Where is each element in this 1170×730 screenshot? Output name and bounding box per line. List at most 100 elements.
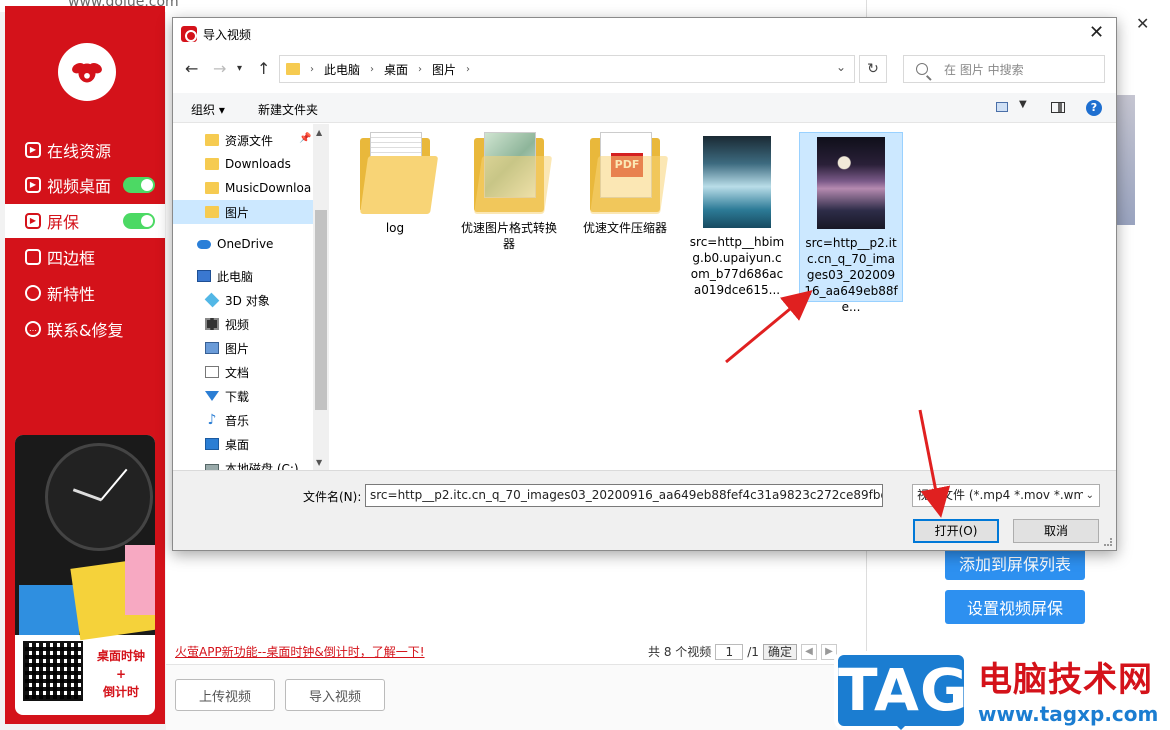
page-confirm-button[interactable]: 确定 [762, 643, 797, 660]
search-field[interactable]: 在 图片 中搜索 [903, 55, 1105, 83]
sidebar-item-label: 新特性 [47, 285, 96, 304]
sidebar-item-online[interactable]: ▶ 在线资源 [5, 133, 165, 167]
breadcrumb-item[interactable]: 桌面 [384, 61, 408, 78]
sidebar-item-screensaver[interactable]: ▶ 屏保 [5, 204, 165, 238]
file-item[interactable]: log [343, 132, 447, 302]
screensaver-toggle[interactable] [123, 213, 155, 229]
folder-icon [590, 132, 669, 214]
forward-arrow-icon[interactable]: → [213, 59, 226, 78]
sidebar-item-features[interactable]: 新特性 [5, 276, 165, 310]
sidebar-item-label: 视频桌面 [47, 177, 112, 196]
chevron-down-icon[interactable]: ▼ [1019, 99, 1027, 110]
filetype-select[interactable]: 视频文件 (*.mp4 *.mov *.wmv ⌄ [912, 484, 1100, 507]
tree-item[interactable]: 桌面 [173, 432, 313, 456]
organize-menu[interactable]: 组织 ▾ [191, 101, 225, 118]
new-folder-button[interactable]: 新建文件夹 [258, 101, 318, 118]
tree-item-label: 图片 [225, 341, 250, 356]
promo-banner[interactable]: 桌面时钟 + 倒计时 [15, 435, 155, 715]
video-desktop-toggle[interactable] [123, 177, 155, 193]
tree-item-label: 图片 [225, 205, 250, 220]
dialog-close-button[interactable]: ✕ [1089, 22, 1104, 43]
scrollbar-thumb[interactable] [315, 210, 327, 410]
recent-dropdown-icon[interactable]: ▾ [237, 63, 242, 74]
sidebar-item-border[interactable]: 四边框 [5, 240, 165, 274]
image-thumbnail [703, 136, 771, 228]
tree-item[interactable]: 文档 [173, 360, 313, 384]
tree-item[interactable]: Downloads [173, 152, 313, 176]
tree-item[interactable]: 视频 [173, 312, 313, 336]
tree-item[interactable]: 此电脑 [173, 264, 313, 288]
search-placeholder: 在 图片 中搜索 [944, 62, 1024, 77]
app-icon [181, 26, 197, 42]
upload-video-button[interactable]: 上传视频 [175, 679, 275, 711]
file-item[interactable]: 优速图片格式转换器 [457, 132, 561, 302]
tree-item[interactable]: 资源文件 📌 [173, 128, 313, 152]
page-count: /1 [747, 644, 759, 659]
resize-grip-icon[interactable] [1104, 538, 1112, 546]
tree-item-label: OneDrive [217, 237, 274, 251]
breadcrumb-item[interactable]: 图片 [432, 61, 456, 78]
refresh-button[interactable]: ↻ [859, 55, 887, 83]
chevron-right-icon: › [418, 63, 423, 75]
scroll-down-icon[interactable]: ▼ [316, 458, 322, 467]
chevron-down-icon[interactable]: ⌄ [836, 60, 846, 74]
computer-icon [197, 270, 211, 282]
tree-item[interactable]: OneDrive [173, 232, 313, 256]
tree-item-label: Downloads [225, 157, 291, 171]
prev-page-icon[interactable]: ◀ [800, 643, 817, 660]
folder-icon [286, 63, 300, 75]
tree-item[interactable]: 3D 对象 [173, 288, 313, 312]
pager-total: 共 8 个视频 [648, 645, 712, 659]
scroll-up-icon[interactable]: ▲ [316, 128, 322, 137]
sidebar-item-contact[interactable]: … 联系&修复 [5, 312, 165, 346]
tree-item[interactable]: MusicDownloa [173, 176, 313, 200]
dialog-footer: 文件名(N): src=http__p2.itc.cn_q_70_images0… [173, 470, 1116, 550]
filename-input[interactable]: src=http__p2.itc.cn_q_70_images03_202009… [365, 484, 883, 507]
import-video-button[interactable]: 导入视频 [285, 679, 385, 711]
tree-item-selected[interactable]: 图片 [173, 200, 313, 224]
up-arrow-icon[interactable]: ↑ [257, 59, 270, 78]
play-icon: ▶ [25, 177, 41, 193]
file-item[interactable]: src=http__hbimg.b0.upaiyun.com_b77d686ac… [685, 132, 789, 302]
chat-icon: … [25, 321, 41, 337]
decoration [125, 545, 155, 615]
back-arrow-icon[interactable]: ← [185, 59, 198, 78]
navigation-tree: 资源文件 📌 Downloads MusicDownloa 图片 OneDriv… [173, 124, 329, 470]
tree-item[interactable]: 本地磁盘 (C:) [173, 456, 313, 470]
desktop-icon [205, 438, 219, 450]
tree-item[interactable]: 图片 [173, 336, 313, 360]
file-name: src=http__hbimg.b0.upaiyun.com_b77d686ac… [689, 235, 785, 297]
file-item-selected[interactable]: src=http__p2.itc.cn_q_70_images03_202009… [799, 132, 903, 314]
file-item[interactable]: 优速文件压缩器 [573, 132, 677, 302]
file-name: src=http__p2.itc.cn_q_70_images03_202009… [804, 236, 898, 314]
notice-link[interactable]: 火萤APP新功能--桌面时钟&倒计时，了解一下! [175, 643, 425, 660]
app-close-button[interactable]: ✕ [1136, 14, 1149, 33]
promo-line: + [115, 667, 127, 681]
tree-item[interactable]: 下载 [173, 384, 313, 408]
promo-image [15, 435, 155, 641]
cancel-button[interactable]: 取消 [1013, 519, 1099, 543]
help-icon[interactable]: ? [1086, 100, 1102, 116]
tree-scrollbar[interactable]: ▲ ▼ [313, 124, 329, 470]
address-bar[interactable]: › 此电脑 › 桌面 › 图片 › ⌄ [279, 55, 855, 83]
clock-illustration [45, 443, 153, 551]
bulb-icon [25, 285, 41, 301]
sidebar-item-label: 在线资源 [47, 142, 112, 161]
folder-icon [205, 182, 219, 194]
sidebar-item-label: 四边框 [47, 249, 96, 268]
tree-item[interactable]: ♪ 音乐 [173, 408, 313, 432]
set-video-screensaver-button[interactable]: 设置视频屏保 [945, 590, 1085, 624]
page-input[interactable]: 1 [715, 643, 744, 660]
preview-pane-icon[interactable] [1051, 102, 1065, 113]
chevron-right-icon: › [370, 63, 375, 75]
tree-item-label: 音乐 [225, 413, 250, 428]
sidebar-item-video-desktop[interactable]: ▶ 视频桌面 [5, 168, 165, 202]
add-to-screensaver-list-button[interactable]: 添加到屏保列表 [945, 546, 1085, 580]
open-button[interactable]: 打开(O) [913, 519, 999, 543]
view-mode-icon[interactable] [996, 102, 1008, 112]
breadcrumb-item[interactable]: 此电脑 [324, 61, 360, 78]
music-icon: ♪ [207, 412, 217, 428]
tree-item-label: MusicDownloa [225, 181, 312, 195]
watermark-title: 电脑技术网 [978, 660, 1153, 700]
file-name: 优速图片格式转换器 [461, 221, 558, 251]
